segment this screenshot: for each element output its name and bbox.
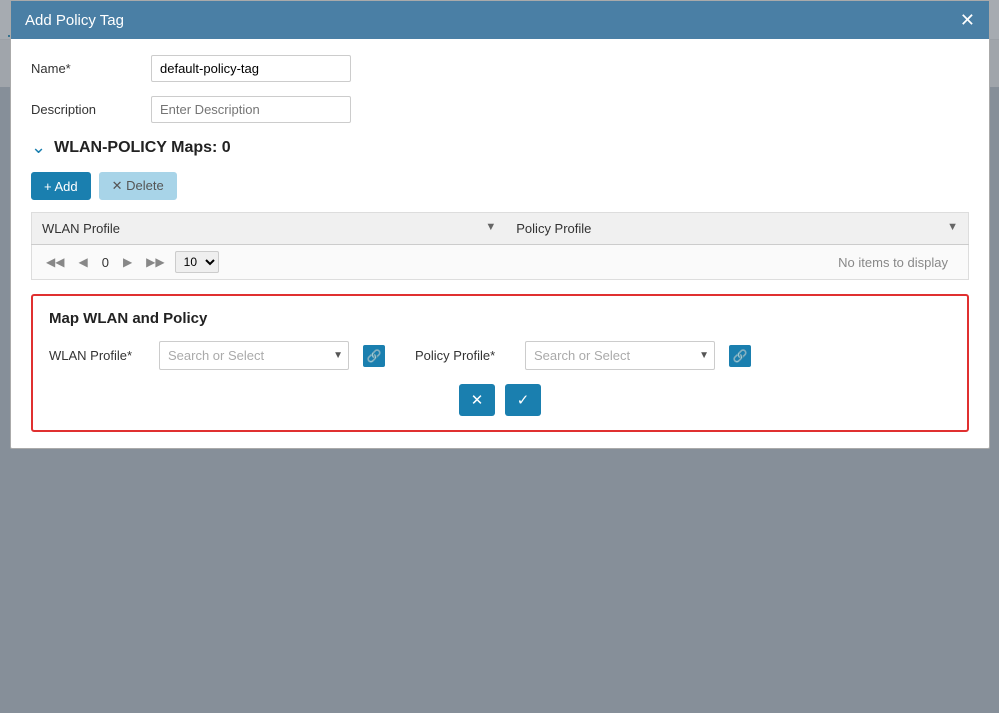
policy-link-icon[interactable]: 🔗 (729, 345, 751, 367)
name-label: Name* (31, 61, 151, 76)
modal-body: Name* Description ⌄ WLAN-POLICY Maps: 0 … (11, 39, 989, 448)
filter-icon-policy[interactable]: ▼ (947, 221, 958, 233)
name-input[interactable] (151, 55, 351, 82)
wlan-add-button[interactable]: + Add (31, 172, 91, 200)
next-page-nav[interactable]: ▶ (119, 253, 136, 271)
table-pagination: ◀◀ ◀ 0 ▶ ▶▶ 10 25 50 No items to display (31, 245, 969, 280)
section-title: WLAN-POLICY Maps: 0 (54, 139, 231, 157)
last-page-nav[interactable]: ▶▶ (142, 253, 168, 271)
description-input[interactable] (151, 96, 351, 123)
sub-toolbar: + Add ✕ Delete (31, 172, 969, 200)
policy-profile-select[interactable]: Search or Select (525, 341, 715, 370)
modal-overlay: Add Policy Tag ✕ Name* Description ⌄ WLA… (0, 0, 999, 713)
map-wlan-policy-section: Map WLAN and Policy WLAN Profile* Search… (31, 294, 969, 432)
map-section-title: Map WLAN and Policy (49, 310, 951, 327)
current-page: 0 (98, 255, 113, 270)
map-cancel-button[interactable]: ✕ (459, 384, 495, 416)
wlan-policy-section-header: ⌄ WLAN-POLICY Maps: 0 (31, 137, 969, 158)
policy-profile-select-wrapper: Search or Select ▼ (525, 341, 715, 370)
add-policy-tag-modal: Add Policy Tag ✕ Name* Description ⌄ WLA… (10, 0, 990, 449)
wlan-profile-select[interactable]: Search or Select (159, 341, 349, 370)
map-actions: ✕ ✓ (49, 384, 951, 416)
description-row: Description (31, 96, 969, 123)
wlan-link-icon[interactable]: 🔗 (363, 345, 385, 367)
map-form-row: WLAN Profile* Search or Select ▼ 🔗 Polic… (49, 341, 951, 370)
no-items-text: No items to display (838, 255, 958, 270)
policy-profile-label: Policy Profile* (415, 348, 515, 363)
chevron-down-icon[interactable]: ⌄ (31, 137, 46, 158)
first-page-nav[interactable]: ◀◀ (42, 253, 68, 271)
modal-close-button[interactable]: ✕ (960, 11, 975, 29)
name-row: Name* (31, 55, 969, 82)
modal-header: Add Policy Tag ✕ (11, 1, 989, 39)
wlan-policy-table: WLAN Profile ▼ Policy Profile ▼ (31, 212, 969, 245)
modal-title: Add Policy Tag (25, 12, 124, 29)
wlan-delete-button[interactable]: ✕ Delete (99, 172, 177, 200)
description-label: Description (31, 102, 151, 117)
prev-page-nav[interactable]: ◀ (74, 253, 91, 271)
col-policy-profile: Policy Profile ▼ (506, 213, 968, 245)
map-confirm-button[interactable]: ✓ (505, 384, 541, 416)
filter-icon-wlan[interactable]: ▼ (485, 221, 496, 233)
wlan-profile-label: WLAN Profile* (49, 348, 149, 363)
wlan-profile-select-wrapper: Search or Select ▼ (159, 341, 349, 370)
page-size-select[interactable]: 10 25 50 (175, 251, 219, 273)
col-wlan-profile: WLAN Profile ▼ (32, 213, 507, 245)
